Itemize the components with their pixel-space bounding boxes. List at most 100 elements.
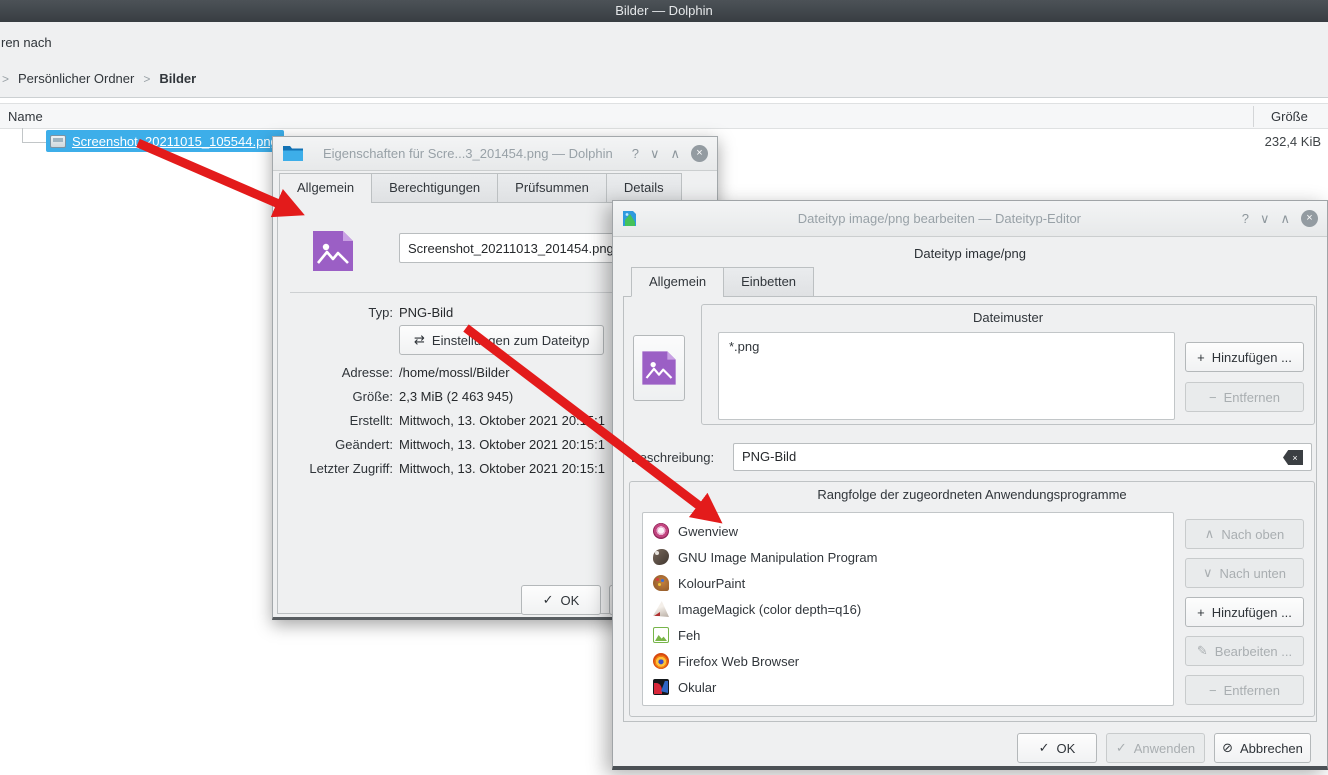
geaendert-value: Mittwoch, 13. Oktober 2021 20:15:1: [399, 437, 605, 452]
file-name: Screenshot_20211015_105544.png: [72, 134, 278, 149]
pattern-item[interactable]: *.png: [729, 339, 1164, 354]
filetype-settings-button[interactable]: ⇄ Einstellungen zum Dateityp: [399, 325, 604, 355]
chevron-down-icon: ∨: [1203, 565, 1213, 581]
app-remove-button[interactable]: − Entfernen: [1185, 675, 1304, 705]
gimp-icon: [653, 549, 669, 565]
adjust-sliders-icon: ⇄: [414, 332, 425, 348]
app-row-feh[interactable]: Feh: [643, 622, 1173, 648]
png-file-icon: [309, 227, 357, 278]
filetype-title: Dateityp image/png bearbeiten — Dateityp…: [645, 211, 1234, 226]
typ-label: Typ:: [278, 305, 393, 320]
properties-titlebar[interactable]: Eigenschaften für Scre...3_201454.png — …: [273, 137, 717, 171]
help-icon[interactable]: ?: [632, 146, 639, 161]
app-row-okular[interactable]: Okular: [643, 674, 1173, 700]
filetype-heading: Dateityp image/png: [613, 246, 1327, 261]
tab-berechtigungen[interactable]: Berechtigungen: [371, 173, 498, 203]
window-controls: ? ∨ ∧ ×: [1242, 210, 1318, 227]
screen: Bilder — Dolphin ren nach > Persönlicher…: [0, 0, 1328, 775]
window-controls: ? ∨ ∧ ×: [632, 145, 708, 162]
chevron-up-icon: ∧: [1205, 526, 1215, 542]
app-row-imagemagick[interactable]: ImageMagick (color depth=q16): [643, 596, 1173, 622]
roll-down-icon[interactable]: ∨: [1260, 211, 1270, 227]
erstellt-label: Erstellt:: [278, 413, 393, 428]
groesse-label: Größe:: [278, 389, 393, 404]
pencil-icon: ✎: [1197, 643, 1208, 659]
tree-branch-line: [22, 128, 46, 143]
tab-allgemein[interactable]: Allgemein: [631, 267, 724, 297]
groesse-value: 2,3 MiB (2 463 945): [399, 389, 513, 404]
typ-value: PNG-Bild: [399, 305, 453, 320]
dialog-footer: ✓ OK ✓ Anwenden ⊘ Abbrechen: [1017, 733, 1311, 763]
mimetype-icon-button[interactable]: [633, 335, 685, 401]
app-row-gimp[interactable]: GNU Image Manipulation Program: [643, 544, 1173, 570]
image-file-icon: [50, 135, 66, 148]
patterns-group-title: Dateimuster: [702, 310, 1314, 325]
cancel-slash-icon: ⊘: [1222, 740, 1233, 756]
filetype-tabbar: Allgemein Einbetten: [631, 267, 813, 297]
letzter-zugriff-label: Letzter Zugriff:: [278, 461, 393, 476]
app-row-kolourpaint[interactable]: KolourPaint: [643, 570, 1173, 596]
applications-group-title: Rangfolge der zugeordneten Anwendungspro…: [630, 487, 1314, 502]
breadcrumb-item-home[interactable]: Persönlicher Ordner: [18, 71, 134, 86]
column-header-size[interactable]: Größe: [1271, 109, 1308, 124]
firefox-icon: [653, 653, 669, 669]
maximize-icon[interactable]: ∧: [1280, 211, 1290, 227]
folder-icon: [282, 145, 304, 162]
dolphin-toolbar: ren nach > Persönlicher Ordner > Bilder: [0, 22, 1328, 97]
column-header-name[interactable]: Name: [8, 109, 43, 124]
roll-down-icon[interactable]: ∨: [650, 146, 660, 162]
breadcrumb-item-bilder[interactable]: Bilder: [159, 71, 196, 86]
description-label: Beschreibung:: [631, 450, 714, 465]
adresse-label: Adresse:: [278, 365, 393, 380]
selected-file-row[interactable]: Screenshot_20211015_105544.png: [46, 130, 284, 152]
filetype-panel: Dateimuster *.png + Hinzufügen ... − Ent…: [623, 296, 1317, 722]
move-down-button[interactable]: ∨ Nach unten: [1185, 558, 1304, 588]
toolbar-clipped-label[interactable]: ren nach: [1, 35, 52, 50]
cancel-button[interactable]: ⊘ Abbrechen: [1214, 733, 1311, 763]
close-icon[interactable]: ×: [1301, 210, 1318, 227]
tab-pruefsummen[interactable]: Prüfsummen: [497, 173, 607, 203]
tab-einbetten[interactable]: Einbetten: [723, 267, 814, 297]
adresse-value: /home/mossl/Bilder: [399, 365, 510, 380]
applications-group: Rangfolge der zugeordneten Anwendungspro…: [629, 481, 1315, 717]
letzter-zugriff-value: Mittwoch, 13. Oktober 2021 20:15:1: [399, 461, 605, 476]
tab-allgemein[interactable]: Allgemein: [279, 173, 372, 203]
app-row-gwenview[interactable]: Gwenview: [643, 518, 1173, 544]
tab-details[interactable]: Details: [606, 173, 682, 203]
app-add-button[interactable]: + Hinzufügen ...: [1185, 597, 1304, 627]
close-icon[interactable]: ×: [691, 145, 708, 162]
ok-button[interactable]: ✓ OK: [521, 585, 601, 615]
pattern-add-button[interactable]: + Hinzufügen ...: [1185, 342, 1304, 372]
check-icon: ✓: [1116, 740, 1127, 756]
dolphin-window-title: Bilder — Dolphin: [615, 3, 713, 18]
properties-title: Eigenschaften für Scre...3_201454.png — …: [312, 146, 624, 161]
clear-text-icon[interactable]: ×: [1283, 450, 1303, 465]
chevron-right-icon: >: [2, 72, 9, 86]
move-up-button[interactable]: ∧ Nach oben: [1185, 519, 1304, 549]
feh-icon: [653, 627, 669, 643]
patterns-list[interactable]: *.png: [718, 332, 1175, 420]
help-icon[interactable]: ?: [1242, 211, 1249, 226]
chevron-right-icon: >: [143, 72, 150, 86]
plus-icon: +: [1197, 350, 1205, 365]
okular-icon: [653, 679, 669, 695]
filetype-titlebar[interactable]: Dateityp image/png bearbeiten — Dateityp…: [613, 201, 1327, 237]
filetype-editor-dialog: Dateityp image/png bearbeiten — Dateityp…: [612, 200, 1328, 770]
app-edit-button[interactable]: ✎ Bearbeiten ...: [1185, 636, 1304, 666]
geaendert-label: Geändert:: [278, 437, 393, 452]
column-separator[interactable]: [1253, 106, 1254, 127]
gwenview-icon: [653, 523, 669, 539]
pattern-remove-button[interactable]: − Entfernen: [1185, 382, 1304, 412]
applications-list[interactable]: Gwenview GNU Image Manipulation Program …: [642, 512, 1174, 706]
view-header: Name Größe: [0, 103, 1328, 129]
breadcrumb: > Persönlicher Ordner > Bilder: [2, 71, 196, 86]
ok-button[interactable]: ✓ OK: [1017, 733, 1097, 763]
apply-button[interactable]: ✓ Anwenden: [1106, 733, 1205, 763]
maximize-icon[interactable]: ∧: [670, 146, 680, 162]
properties-tabbar: Allgemein Berechtigungen Prüfsummen Deta…: [279, 173, 681, 203]
description-field[interactable]: PNG-Bild ×: [733, 443, 1312, 471]
minus-icon: −: [1209, 390, 1217, 405]
app-row-firefox[interactable]: Firefox Web Browser: [643, 648, 1173, 674]
file-size: 232,4 KiB: [1265, 134, 1321, 149]
dolphin-titlebar[interactable]: Bilder — Dolphin: [0, 0, 1328, 22]
